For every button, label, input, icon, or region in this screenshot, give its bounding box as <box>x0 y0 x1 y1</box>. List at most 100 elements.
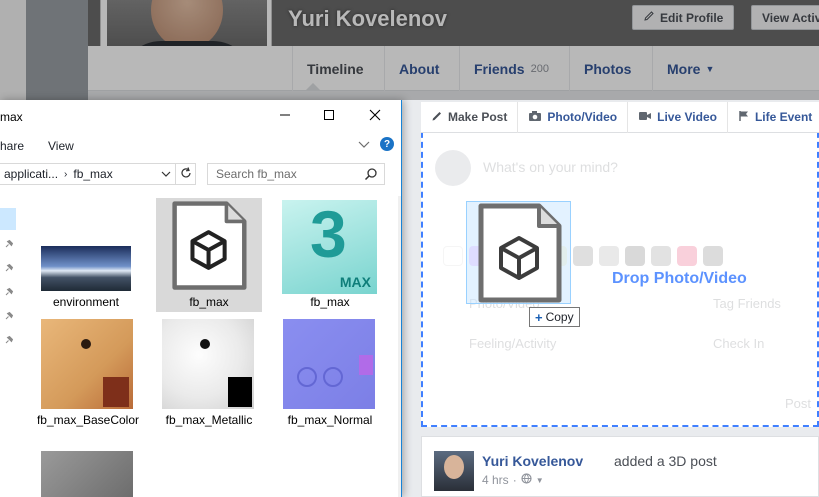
view-activity-button[interactable]: View Activ <box>751 5 819 30</box>
file-item-normal[interactable]: fb_max_Normal <box>277 318 383 444</box>
file-name: fb_max_Metallic <box>165 413 253 427</box>
color-swatch[interactable] <box>677 246 697 266</box>
post-author[interactable]: Yuri Kovelenov <box>482 453 583 469</box>
refresh-icon <box>180 166 192 182</box>
3ds-max-icon: 3 MAX <box>282 197 377 294</box>
make-post-label: Make Post <box>448 110 508 124</box>
caret-down-icon[interactable]: ▼ <box>536 476 544 485</box>
address-dropdown-icon[interactable] <box>161 168 171 182</box>
photo-video-tab[interactable]: Photo/Video <box>518 101 629 133</box>
pencil-icon <box>431 110 443 125</box>
plus-icon: + <box>535 309 543 325</box>
file-thumbnail <box>162 319 254 409</box>
maximize-icon <box>324 109 334 123</box>
refresh-button[interactable] <box>176 163 196 185</box>
tab-photos-label: Photos <box>584 60 632 77</box>
breadcrumb-separator-icon: › <box>64 168 68 180</box>
file-item-fb-max-3d[interactable]: fb_max <box>156 198 262 312</box>
tab-timeline[interactable]: Timeline <box>292 46 378 91</box>
faded-option-checkin[interactable]: Check In <box>713 336 764 351</box>
nav-selected-item[interactable] <box>0 208 16 230</box>
breadcrumb-current[interactable]: fb_max <box>73 167 112 181</box>
life-event-tab[interactable]: Life Event <box>728 102 819 133</box>
dot-separator: · <box>512 473 517 487</box>
post-avatar[interactable] <box>434 451 474 491</box>
close-button[interactable] <box>352 100 398 132</box>
file-name: environment <box>52 295 120 309</box>
file-item-metallic[interactable]: fb_max_Metallic <box>156 318 262 444</box>
close-icon <box>369 109 381 124</box>
tab-friends[interactable]: Friends 200 <box>459 46 563 91</box>
tab-more[interactable]: More ▼ <box>652 46 728 91</box>
caret-down-icon: ▼ <box>705 63 715 74</box>
minimize-button[interactable] <box>262 100 308 132</box>
live-video-tab[interactable]: Live Video <box>628 101 728 133</box>
post-time-label: 4 hrs <box>482 473 509 487</box>
drop-photo-video-label: Drop Photo/Video <box>612 270 747 287</box>
desktop-strip <box>0 0 26 100</box>
make-post-tab[interactable]: Make Post <box>421 101 519 133</box>
file-item-basecolor[interactable]: fb_max_BaseColor <box>35 318 141 444</box>
file-thumbnail <box>41 246 131 291</box>
composer-tabs: Make Post Photo/Video Live Video Life Ev… <box>421 101 819 133</box>
tab-more-label: More <box>667 60 701 77</box>
max-number: 3 <box>310 197 347 271</box>
help-icon[interactable]: ? <box>380 137 394 151</box>
address-bar[interactable]: applicati... › fb_max <box>0 163 176 185</box>
color-swatch[interactable] <box>651 246 671 266</box>
tab-friends-label: Friends <box>474 60 525 77</box>
scrollbar[interactable] <box>398 196 401 497</box>
color-swatch[interactable] <box>573 246 593 266</box>
tab-about[interactable]: About <box>384 46 453 91</box>
color-swatch[interactable] <box>599 246 619 266</box>
color-swatch[interactable] <box>443 246 463 266</box>
faded-option-feeling[interactable]: Feeling/Activity <box>469 336 556 351</box>
ribbon-tab-share[interactable]: hare <box>0 139 24 153</box>
desktop-gap <box>26 0 88 100</box>
profile-name[interactable]: Yuri Kovelenov <box>288 6 447 32</box>
faded-post-button[interactable]: Post <box>785 396 811 411</box>
search-icon[interactable] <box>364 167 378 184</box>
globe-icon <box>521 473 532 487</box>
dragged-file-ghost <box>466 201 571 304</box>
composer-placeholder[interactable]: What's on your mind? <box>483 159 618 175</box>
file-name: fb_max <box>189 295 229 309</box>
friends-count: 200 <box>530 62 549 75</box>
max-badge: MAX <box>339 274 371 290</box>
live-video-label: Live Video <box>657 110 717 124</box>
ribbon-tab-view[interactable]: View <box>48 139 74 153</box>
post-timestamp[interactable]: 4 hrs · ▼ <box>482 473 544 487</box>
expand-ribbon-icon[interactable] <box>358 138 370 152</box>
post-action-text: added a 3D post <box>614 453 717 469</box>
window-title: max <box>0 110 23 124</box>
search-input[interactable]: Search fb_max <box>207 163 385 185</box>
tab-about-label: About <box>399 60 440 77</box>
pin-icon[interactable] <box>4 262 14 276</box>
edit-profile-button[interactable]: Edit Profile <box>632 5 735 30</box>
color-swatch[interactable] <box>625 246 645 266</box>
tab-photos[interactable]: Photos <box>569 46 645 91</box>
file-item-fb-max-3dsmax[interactable]: 3 MAX fb_max <box>277 197 383 312</box>
color-swatch[interactable] <box>703 246 723 266</box>
pin-icon[interactable] <box>4 238 14 252</box>
3d-file-icon <box>478 203 562 303</box>
tab-timeline-label: Timeline <box>307 60 364 77</box>
file-name: fb_max_BaseColor <box>36 413 140 427</box>
composer-avatar <box>435 150 471 186</box>
title-bar[interactable]: max <box>0 100 401 132</box>
file-thumbnail <box>41 319 133 409</box>
breadcrumb-parent[interactable]: applicati... <box>4 167 58 181</box>
active-tab-marker <box>306 83 320 90</box>
file-item-environment[interactable]: environment <box>33 198 139 312</box>
minimize-icon <box>280 109 290 123</box>
file-thumbnail <box>283 319 375 409</box>
pin-icon[interactable] <box>4 286 14 300</box>
drag-copy-tooltip: + Copy <box>529 307 580 327</box>
pin-icon[interactable] <box>4 310 14 324</box>
pencil-icon <box>643 10 655 25</box>
flag-icon <box>738 110 750 125</box>
maximize-button[interactable] <box>306 100 352 132</box>
file-item-partial[interactable] <box>35 450 141 497</box>
pin-icon[interactable] <box>4 334 14 348</box>
faded-option-tag[interactable]: Tag Friends <box>713 296 781 311</box>
